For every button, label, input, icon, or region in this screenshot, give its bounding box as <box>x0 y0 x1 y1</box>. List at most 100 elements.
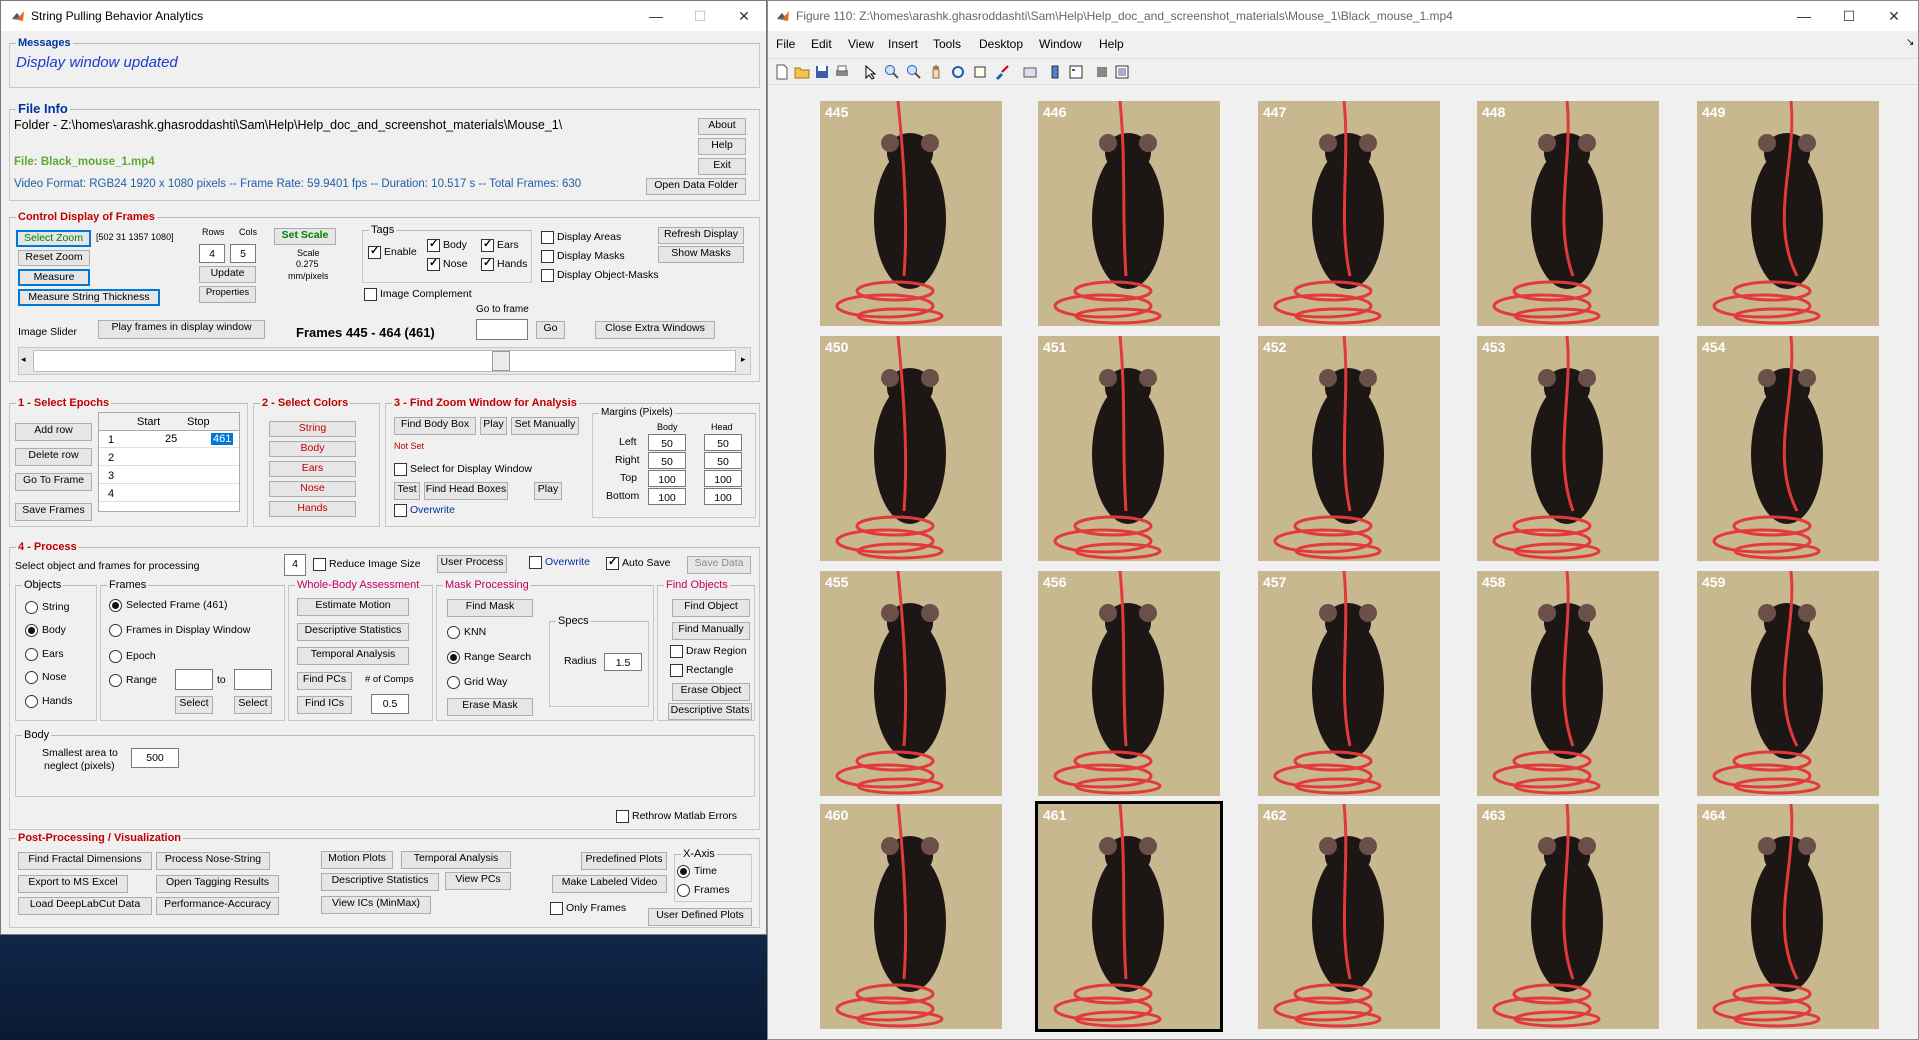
zoom-out-icon[interactable] <box>906 64 922 80</box>
maximize-button[interactable]: ☐ <box>685 5 715 27</box>
measure-string-button[interactable]: Measure String Thickness <box>18 289 160 306</box>
exit-button[interactable]: Exit <box>698 158 746 175</box>
find-manually-button[interactable]: Find Manually <box>672 622 750 640</box>
temporal-analysis-button[interactable]: Temporal Analysis <box>297 647 409 665</box>
find-mask-button[interactable]: Find Mask <box>447 599 533 617</box>
pointer-icon[interactable] <box>862 64 878 80</box>
play-body-button[interactable]: Play <box>480 417 507 435</box>
row-start[interactable]: 25 <box>165 433 177 445</box>
user-defined-plots-button[interactable]: User Defined Plots <box>648 908 752 926</box>
erase-object-button[interactable]: Erase Object <box>672 683 750 701</box>
range-radio[interactable]: Range <box>109 674 157 687</box>
process-number-input[interactable]: 4 <box>284 554 306 576</box>
menu-insert[interactable]: Insert <box>888 37 918 51</box>
motion-plots-button[interactable]: Motion Plots <box>321 851 393 869</box>
temporal-analysis-post-button[interactable]: Temporal Analysis <box>401 851 511 869</box>
body-tag-checkbox[interactable]: Body <box>427 237 467 252</box>
zoom-in-icon[interactable] <box>884 64 900 80</box>
hide-plot-tools-icon[interactable] <box>1094 64 1110 80</box>
frame-tile-445[interactable]: 445 <box>820 101 1002 326</box>
frame-tile-451[interactable]: 451 <box>1038 336 1220 561</box>
set-scale-button[interactable]: Set Scale <box>274 228 336 245</box>
close-button[interactable]: ✕ <box>1879 5 1909 27</box>
slider-right-arrow[interactable]: ▸ <box>741 354 746 365</box>
refresh-display-button[interactable]: Refresh Display <box>658 227 744 244</box>
frame-tile-457[interactable]: 457 <box>1258 571 1440 796</box>
frames-in-display-radio[interactable]: Frames in Display Window <box>109 624 250 637</box>
save-icon[interactable] <box>814 64 830 80</box>
epochs-table[interactable]: Start Stop 1 25 461 2 3 4 <box>98 412 240 512</box>
frame-tile-454[interactable]: 454 <box>1697 336 1879 561</box>
display-areas-checkbox[interactable]: Display Areas <box>541 231 621 244</box>
display-masks-checkbox[interactable]: Display Masks <box>541 250 625 263</box>
performance-accuracy-button[interactable]: Performance-Accuracy <box>156 897 279 915</box>
frame-tile-460[interactable]: 460 <box>820 804 1002 1029</box>
link-plot-icon[interactable] <box>1022 64 1038 80</box>
selected-frame-radio[interactable]: Selected Frame (461) <box>109 599 228 612</box>
legend-icon[interactable] <box>1068 64 1084 80</box>
table-row[interactable]: 1 25 461 <box>99 431 239 448</box>
maximize-button[interactable]: ☐ <box>1834 5 1864 27</box>
row-stop[interactable]: 461 <box>211 433 234 445</box>
frame-tile-447[interactable]: 447 <box>1258 101 1440 326</box>
menu-window[interactable]: Window <box>1039 37 1082 51</box>
image-complement-checkbox[interactable]: Image Complement <box>364 288 472 301</box>
close-button[interactable]: ✕ <box>729 5 759 27</box>
properties-button[interactable]: Properties <box>199 286 256 303</box>
num-comps-input[interactable]: 0.5 <box>371 694 409 714</box>
select-zoom-button[interactable]: Select Zoom <box>16 230 91 247</box>
frame-tile-459[interactable]: 459 <box>1697 571 1879 796</box>
analytics-titlebar[interactable]: String Pulling Behavior Analytics — ☐ ✕ <box>1 1 766 31</box>
update-button[interactable]: Update <box>199 266 256 283</box>
rectangle-checkbox[interactable]: Rectangle <box>670 664 733 677</box>
frame-tile-448[interactable]: 448 <box>1477 101 1659 326</box>
image-slider[interactable]: ◂ ▸ <box>18 347 751 375</box>
measure-button[interactable]: Measure <box>18 269 90 286</box>
frame-tile-455[interactable]: 455 <box>820 571 1002 796</box>
object-body-radio[interactable]: Body <box>25 624 66 637</box>
go-to-frame-input[interactable] <box>476 319 528 340</box>
left-body-input[interactable]: 50 <box>648 434 686 451</box>
find-object-button[interactable]: Find Object <box>672 599 750 617</box>
menu-edit[interactable]: Edit <box>811 37 832 51</box>
descriptive-stats-button[interactable]: Descriptive Stats <box>668 703 752 720</box>
menu-file[interactable]: File <box>776 37 795 51</box>
frame-tile-463[interactable]: 463 <box>1477 804 1659 1029</box>
object-ears-radio[interactable]: Ears <box>25 648 64 661</box>
right-head-input[interactable]: 50 <box>704 452 742 469</box>
table-row[interactable]: 2 <box>99 449 239 466</box>
find-ics-button[interactable]: Find ICs <box>297 696 352 714</box>
test-button[interactable]: Test <box>394 482 420 500</box>
go-to-frame-epoch-button[interactable]: Go To Frame <box>15 473 92 491</box>
erase-mask-button[interactable]: Erase Mask <box>447 698 533 716</box>
object-string-radio[interactable]: String <box>25 601 69 614</box>
play-frames-button[interactable]: Play frames in display window <box>98 320 265 339</box>
select-display-checkbox[interactable]: Select for Display Window <box>394 463 532 476</box>
reset-zoom-button[interactable]: Reset Zoom <box>18 250 90 266</box>
left-head-input[interactable]: 50 <box>704 434 742 451</box>
predefined-plots-button[interactable]: Predefined Plots <box>581 852 667 870</box>
table-row[interactable]: 3 <box>99 467 239 484</box>
body-color-button[interactable]: Body <box>269 441 356 457</box>
rows-input[interactable]: 4 <box>199 244 225 263</box>
draw-region-checkbox[interactable]: Draw Region <box>670 645 747 658</box>
reduce-image-size-checkbox[interactable]: Reduce Image Size <box>313 558 421 571</box>
object-hands-radio[interactable]: Hands <box>25 695 72 708</box>
colorbar-icon[interactable] <box>1048 64 1064 80</box>
frame-tile-449[interactable]: 449 <box>1697 101 1879 326</box>
find-body-box-button[interactable]: Find Body Box <box>394 417 476 435</box>
process-nose-string-button[interactable]: Process Nose-String <box>156 852 270 870</box>
string-color-button[interactable]: String <box>269 421 356 437</box>
frame-tile-456[interactable]: 456 <box>1038 571 1220 796</box>
find-fractal-button[interactable]: Find Fractal Dimensions <box>18 852 152 870</box>
slider-thumb[interactable] <box>492 351 510 371</box>
menu-help[interactable]: Help <box>1099 37 1124 51</box>
range-search-radio[interactable]: Range Search <box>447 651 531 664</box>
save-data-button[interactable]: Save Data <box>687 556 751 574</box>
slider-left-arrow[interactable]: ◂ <box>21 354 26 365</box>
top-body-input[interactable]: 100 <box>648 470 686 487</box>
open-data-folder-button[interactable]: Open Data Folder <box>646 178 746 195</box>
table-row[interactable]: 4 <box>99 485 239 502</box>
frame-tile-452[interactable]: 452 <box>1258 336 1440 561</box>
enable-tags-checkbox[interactable]: Enable <box>368 244 417 259</box>
